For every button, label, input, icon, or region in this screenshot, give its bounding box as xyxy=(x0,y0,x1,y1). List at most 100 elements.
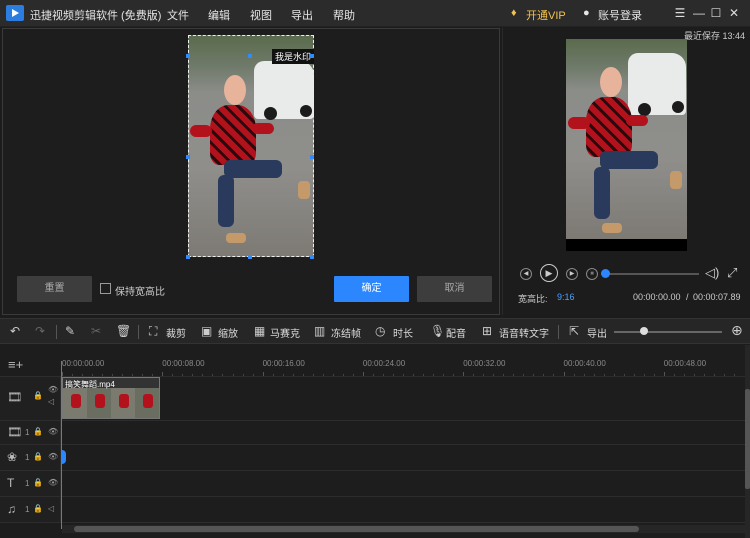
duration-icon[interactable]: ◷ xyxy=(375,324,385,338)
time-tick xyxy=(703,374,705,376)
time-tick xyxy=(433,374,435,376)
preview-panel: 最近保存 13:44 ◀ ▶ ▶ ■ ◁) ⤢ 宽高比: 9:16 00:00:… xyxy=(502,28,750,315)
eye-icon[interactable]: 👁 xyxy=(48,385,58,394)
export-button[interactable]: 导出 xyxy=(587,325,607,340)
time-tick xyxy=(92,374,94,376)
volume-icon[interactable]: ◁) xyxy=(705,265,719,281)
vertical-scrollbar[interactable] xyxy=(745,345,750,538)
minimize-icon[interactable]: — xyxy=(692,6,706,20)
video-track: 🎞 🔒 👁 ◁ 搞笑舞蹈.mp4 xyxy=(0,377,745,421)
time-tick xyxy=(593,374,595,376)
freeze-frame-button[interactable]: 冻结帧 xyxy=(331,325,361,340)
menu-edit[interactable]: 编辑 xyxy=(208,7,230,23)
prev-frame-icon[interactable]: ◀ xyxy=(520,268,532,280)
resize-handle[interactable] xyxy=(310,255,314,259)
stop-icon[interactable]: ■ xyxy=(586,268,598,280)
film-icon: 🎞 xyxy=(7,390,23,404)
resize-handle[interactable] xyxy=(248,255,252,259)
reset-button[interactable]: 重置 xyxy=(17,276,92,302)
time-tick xyxy=(232,374,234,376)
time-tick xyxy=(693,374,695,376)
zoom-in-icon[interactable]: ⊕ xyxy=(731,322,743,339)
menu-view[interactable]: 视图 xyxy=(250,7,272,23)
maximize-icon[interactable]: ☐ xyxy=(709,6,723,20)
playhead[interactable] xyxy=(61,361,62,529)
speech-to-text-button[interactable]: 语音转文字 xyxy=(499,325,549,340)
zoom-slider[interactable] xyxy=(614,331,722,333)
menu-icon[interactable]: ☰ xyxy=(673,6,687,20)
time-tick xyxy=(673,374,675,376)
track-number: 1 xyxy=(25,479,30,488)
lock-icon[interactable]: 🔒 xyxy=(33,452,43,461)
confirm-button[interactable]: 确定 xyxy=(334,276,409,302)
lock-icon[interactable]: 🔒 xyxy=(33,504,43,513)
video-clip[interactable]: 搞笑舞蹈.mp4 xyxy=(62,377,160,419)
resize-handle[interactable] xyxy=(186,255,190,259)
microphone-icon[interactable]: 🎙 xyxy=(430,324,445,338)
speech-to-text-icon[interactable]: ⊞ xyxy=(482,324,492,338)
time-tick xyxy=(443,374,445,376)
mosaic-icon[interactable]: ▦ xyxy=(254,324,265,338)
crop-selection[interactable]: 我是水印 xyxy=(188,35,315,257)
account-icon[interactable]: ● xyxy=(583,7,590,19)
time-separator: / xyxy=(686,292,689,302)
lock-icon[interactable]: 🔒 xyxy=(33,478,43,487)
volume-icon[interactable]: ◁ xyxy=(48,504,54,513)
edit-icon[interactable]: ✎ xyxy=(65,324,75,338)
menu-help[interactable]: 帮助 xyxy=(333,7,355,23)
watermark-text[interactable]: 我是水印 xyxy=(272,49,315,64)
close-icon[interactable]: ✕ xyxy=(727,6,741,20)
duration-button[interactable]: 时长 xyxy=(393,325,413,340)
mosaic-button[interactable]: 马赛克 xyxy=(270,325,300,340)
dub-button[interactable]: 配音 xyxy=(446,325,466,340)
cancel-button[interactable]: 取消 xyxy=(417,276,492,302)
aspect-ratio-value[interactable]: 9:16 xyxy=(557,292,575,302)
eye-icon[interactable]: 👁 xyxy=(48,427,58,436)
resize-handle[interactable] xyxy=(248,54,252,58)
lock-icon[interactable]: 🔒 xyxy=(33,391,43,400)
resize-handle[interactable] xyxy=(186,155,190,159)
time-tick xyxy=(713,374,715,376)
eye-icon[interactable]: 👁 xyxy=(48,452,58,461)
eye-icon[interactable]: 👁 xyxy=(48,478,58,487)
time-tick xyxy=(413,374,415,376)
zoom-button[interactable]: 缩放 xyxy=(218,325,238,340)
vip-button[interactable]: 开通VIP xyxy=(526,7,566,23)
cut-icon[interactable]: ✂ xyxy=(91,324,101,338)
export-icon[interactable]: ⇱ xyxy=(569,324,579,338)
vip-icon[interactable]: ♦ xyxy=(511,7,517,19)
delete-icon[interactable]: 🗑 xyxy=(116,324,131,338)
zoom-icon[interactable]: ▣ xyxy=(201,324,212,338)
freeze-frame-icon[interactable]: ▥ xyxy=(314,324,325,338)
zoom-slider-handle[interactable] xyxy=(640,327,649,335)
next-frame-icon[interactable]: ▶ xyxy=(566,268,578,280)
time-tick-label: 00:00:00.00 xyxy=(62,359,105,368)
lock-icon[interactable]: 🔒 xyxy=(33,427,43,436)
time-tick xyxy=(543,374,545,376)
menu-file[interactable]: 文件 xyxy=(167,7,189,23)
redo-icon[interactable]: ↷ xyxy=(35,324,45,338)
fullscreen-icon[interactable]: ⤢ xyxy=(727,265,737,281)
login-button[interactable]: 账号登录 xyxy=(598,7,642,23)
edit-toolbar: ↶ ↷ ✎ ✂ 🗑 ⛶ 裁剪 ▣ 缩放 ▦ 马赛克 ▥ 冻结帧 ◷ 时长 🎙 配… xyxy=(0,318,750,344)
volume-icon[interactable]: ◁ xyxy=(48,397,54,406)
time-tick xyxy=(583,374,585,376)
horizontal-scrollbar[interactable] xyxy=(62,525,745,533)
undo-icon[interactable]: ↶ xyxy=(10,324,20,338)
resize-handle[interactable] xyxy=(186,54,190,58)
crop-button[interactable]: 裁剪 xyxy=(166,325,186,340)
keep-ratio-checkbox[interactable] xyxy=(100,283,111,294)
time-tick xyxy=(212,374,214,376)
resize-handle[interactable] xyxy=(310,54,314,58)
progress-handle[interactable] xyxy=(601,269,610,278)
resize-handle[interactable] xyxy=(310,155,314,159)
music-track: ♫ 1 🔒 ◁ xyxy=(0,497,745,523)
menu-export[interactable]: 导出 xyxy=(291,7,313,23)
time-ruler[interactable]: 00:00:00.00 00:00:08.00 00:00:16.00 00:00:2… xyxy=(0,345,745,377)
time-tick xyxy=(312,374,314,376)
progress-track[interactable] xyxy=(605,273,699,275)
crop-icon[interactable]: ⛶ xyxy=(149,324,157,339)
time-tick xyxy=(262,372,264,376)
time-tick xyxy=(483,374,485,376)
play-icon[interactable]: ▶ xyxy=(540,264,558,282)
